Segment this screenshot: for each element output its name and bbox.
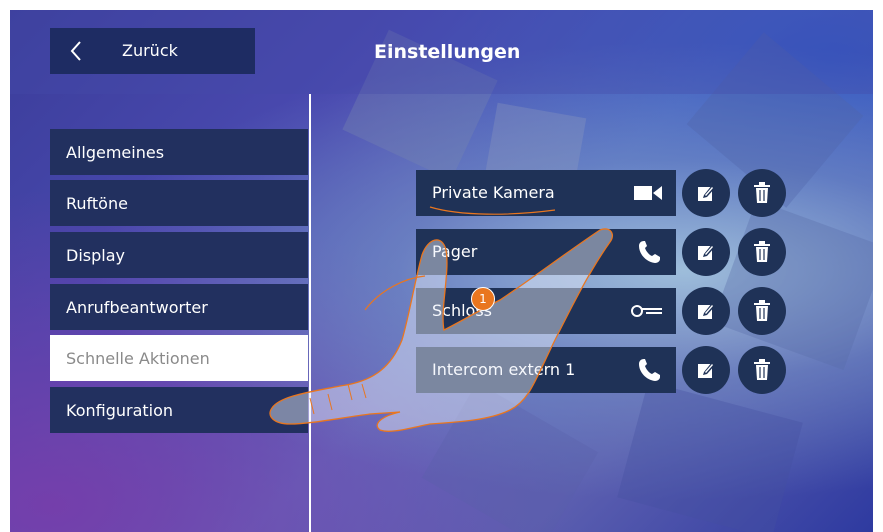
- edit-icon: [698, 362, 715, 378]
- edit-button[interactable]: [682, 228, 730, 276]
- panel-divider: [309, 94, 311, 532]
- trash-icon: [754, 241, 770, 262]
- edit-icon: [698, 303, 715, 319]
- action-label: Pager: [432, 242, 478, 261]
- menu-item-konfiguration[interactable]: Konfiguration: [50, 387, 308, 433]
- delete-button[interactable]: [738, 346, 786, 394]
- delete-button[interactable]: [738, 287, 786, 335]
- menu-item-label: Allgemeines: [66, 142, 165, 162]
- edit-button[interactable]: [682, 169, 730, 217]
- menu-item-label: Ruftöne: [66, 193, 128, 213]
- callout-badge: 1: [471, 287, 495, 311]
- action-row-private-kamera[interactable]: Private Kamera: [416, 170, 676, 216]
- header-bar: Zurück Einstellungen: [10, 10, 873, 94]
- trash-icon: [754, 300, 770, 321]
- action-row-pager[interactable]: Pager: [416, 229, 676, 275]
- trash-icon: [754, 359, 770, 380]
- edit-icon: [698, 244, 715, 260]
- action-row-intercom-extern-1[interactable]: Intercom extern 1: [416, 347, 676, 393]
- menu-item-allgemeines[interactable]: Allgemeines: [50, 129, 308, 175]
- edit-button[interactable]: [682, 346, 730, 394]
- back-button[interactable]: Zurück: [50, 28, 255, 74]
- menu-item-anrufbeantworter[interactable]: Anrufbeantworter: [50, 284, 308, 330]
- edit-icon: [698, 185, 715, 201]
- menu-item-ruftoene[interactable]: Ruftöne: [50, 180, 308, 226]
- menu-item-label: Schnelle Aktionen: [66, 348, 210, 368]
- menu-item-label: Display: [66, 245, 125, 265]
- chevron-left-icon: [70, 41, 81, 61]
- background-cube: [711, 199, 873, 371]
- action-label: Private Kamera: [432, 183, 555, 202]
- action-row-schloss[interactable]: Schloss: [416, 288, 676, 334]
- page-title: Einstellungen: [374, 41, 521, 63]
- trash-icon: [754, 182, 770, 203]
- action-label: Intercom extern 1: [432, 360, 576, 379]
- menu-item-display[interactable]: Display: [50, 232, 308, 278]
- menu-item-schnelle-aktionen[interactable]: Schnelle Aktionen: [50, 335, 308, 381]
- key-icon: [631, 305, 662, 317]
- device-screen: Zurück Einstellungen Allgemeines Ruftöne…: [10, 10, 873, 532]
- delete-button[interactable]: [738, 228, 786, 276]
- menu-item-label: Anrufbeantworter: [66, 297, 208, 317]
- phone-icon: [639, 241, 660, 263]
- delete-button[interactable]: [738, 169, 786, 217]
- background-cube: [421, 382, 599, 532]
- video-camera-icon: [634, 186, 662, 200]
- menu-item-label: Konfiguration: [66, 400, 174, 420]
- back-button-label: Zurück: [122, 41, 178, 60]
- phone-icon: [639, 359, 660, 381]
- background-cube: [617, 381, 803, 532]
- edit-button[interactable]: [682, 287, 730, 335]
